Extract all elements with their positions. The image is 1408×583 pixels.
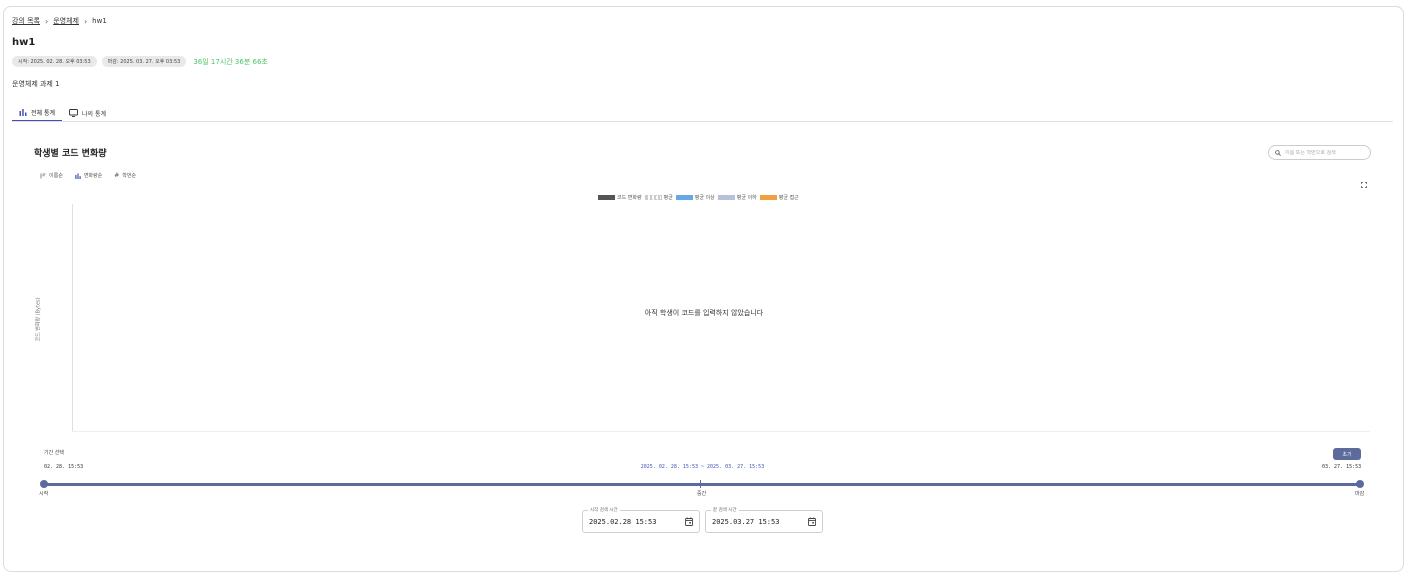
tab-label: 나의 통계 [82,110,106,118]
range-label: 기간 선택 [44,450,64,456]
legend-swatch [675,195,693,200]
monitor-icon [69,109,78,117]
chevron-right-icon: › [45,16,49,26]
tab-label: 전체 통계 [31,109,55,117]
sort-controls: 이름순 변화량순 # 학번순 [40,172,136,179]
hash-icon: # [114,172,120,179]
breadcrumb: 강의 목록 › 운영체제 › hw1 [12,16,107,26]
range-slider-start-handle[interactable] [40,480,48,488]
start-search-time-field[interactable]: 시작 검색 시간 2025.02.28 15:53 [582,507,700,533]
sort-label: 이름순 [49,173,63,179]
breadcrumb-course[interactable]: 운영체제 [53,16,79,26]
legend-item-below-average: 평균 이하 [717,194,757,201]
reset-range-button[interactable]: 초기 [1333,448,1361,460]
end-time-value[interactable]: 2025.03.27 15:53 [712,518,779,526]
legend-item-above-average: 평균 이상 [675,194,715,201]
tabs-divider [12,121,1393,122]
range-slider-track[interactable] [44,483,1360,486]
legend-item-code-change: 코드 변화량 [598,194,642,201]
page-title: hw1 [12,37,36,48]
tab-my-stats[interactable]: 나의 통계 [62,104,113,122]
range-end-time: 03. 27. 15:53 [1322,464,1362,470]
search-input[interactable] [1285,149,1369,156]
empty-chart-message: 아직 학생이 코드를 입력하지 않았습니다 [644,309,764,317]
bar-chart-icon [75,173,81,179]
assignment-description: 운영체제 과제 1 [12,80,60,88]
legend-label: 평균 [663,195,673,201]
slider-mark-end: 마감 [1355,491,1365,497]
end-search-time-field[interactable]: 끝 검색 시간 2025.03.27 15:53 [705,507,823,533]
search-icon [1275,149,1281,156]
sort-by-student-id-button[interactable]: # 학번순 [114,172,136,179]
legend-label: 평균 이상 [694,195,715,201]
legend-swatch [598,195,615,200]
sort-label: 변화량순 [83,173,103,179]
legend-swatch [759,195,777,200]
field-label: 시작 검색 시간 [588,507,620,513]
chevron-right-icon: › [83,16,88,26]
legend-swatch [717,195,735,200]
tab-overall-stats[interactable]: 전체 통계 [12,104,62,122]
legend-item-near-average: 평균 접근 [759,194,799,201]
sort-icon [40,173,46,178]
start-date-chip: 시작: 2025. 02. 28. 오후 03:53 [12,56,97,67]
calendar-icon[interactable] [685,517,693,526]
selected-range-text: 2025. 02. 28. 15:53 ~ 2025. 03. 27. 15:5… [640,464,765,470]
slider-midpoint-mark [700,480,701,488]
slider-mark-start: 시작 [39,491,49,497]
slider-mark-middle: 중간 [697,491,707,497]
legend-label: 평균 이하 [736,195,757,201]
assignment-period: 시작: 2025. 02. 28. 오후 03:53 마감: 2025. 03.… [12,56,268,67]
fullscreen-icon [1361,182,1367,188]
range-slider-end-handle[interactable] [1356,480,1364,488]
legend-item-average: 평균 [644,194,673,201]
calendar-icon[interactable] [808,517,816,526]
field-label: 끝 검색 시간 [711,507,739,513]
fullscreen-button[interactable] [1361,173,1367,192]
sort-label: 학번순 [122,173,137,179]
breadcrumb-course-list[interactable]: 강의 목록 [12,16,40,26]
panel-title: 학생별 코드 변화량 [34,149,107,159]
legend-label: 평균 접근 [778,195,799,201]
sort-by-name-button[interactable]: 이름순 [40,172,63,179]
breadcrumb-current: hw1 [92,17,107,25]
tabs: 전체 통계 나의 통계 [12,104,113,122]
main-card [3,6,1404,572]
bar-chart-icon [19,109,27,116]
x-axis [72,431,1370,432]
student-search[interactable] [1268,145,1371,160]
remaining-time: 36일 17시간 36분 66초 [193,57,268,66]
chart-legend: 코드 변화량 평균 평균 이상 평균 이하 평균 접근 [598,194,799,201]
legend-label: 코드 변화량 [617,195,642,201]
end-date-chip: 마감: 2025. 03. 27. 오후 03:53 [101,56,187,67]
sort-by-change-button[interactable]: 변화량순 [75,172,102,179]
start-time-value[interactable]: 2025.02.28 15:53 [589,518,656,526]
legend-swatch [644,195,662,200]
